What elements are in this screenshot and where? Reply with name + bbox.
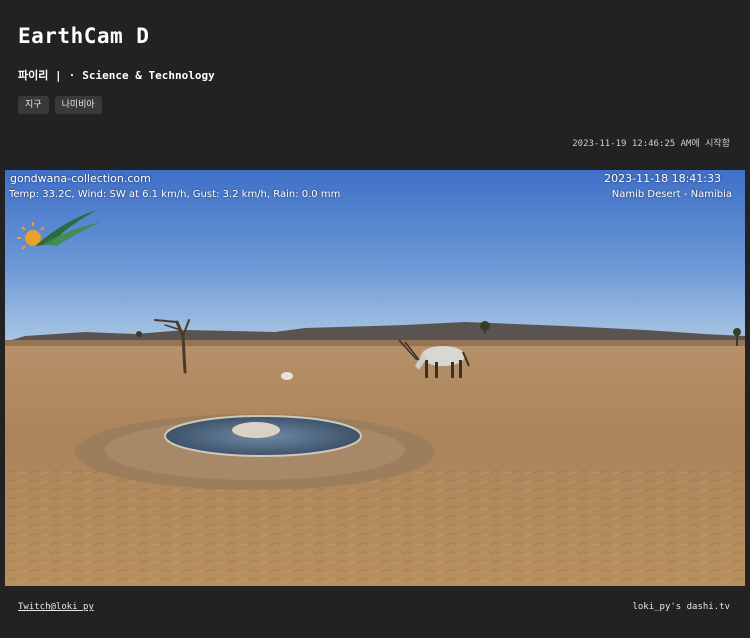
stream-title: EarthCam D — [18, 24, 150, 48]
category-label[interactable]: Science & Technology — [82, 69, 214, 82]
video-player[interactable]: gondwana-collection.com Temp: 33.2C, Win… — [5, 170, 745, 586]
stream-meta: 파이리 | · Science & Technology — [18, 67, 215, 83]
tag-namibia[interactable]: 나미비아 — [54, 96, 102, 114]
overlay-location: Namib Desert - Namibia — [611, 189, 732, 200]
tag-earth[interactable]: 지구 — [18, 96, 49, 114]
stream-start-time: 2023-11-19 12:46:25 AM에 시작함 — [572, 139, 730, 149]
overlay-datetime: 2023-11-18 18:41:33 — [604, 172, 721, 185]
webcam-frame — [5, 170, 745, 586]
sand-tracks — [5, 470, 745, 586]
author-name[interactable]: 파이리 — [18, 69, 48, 82]
tag-list: 지구 나미비아 — [18, 96, 102, 114]
twitch-link[interactable]: Twitch@loki_py — [18, 602, 94, 612]
site-credit: loki_py's dashi.tv — [632, 602, 730, 612]
rock — [281, 372, 293, 380]
overlay-weather: Temp: 33.2C, Wind: SW at 6.1 km/h, Gust:… — [9, 189, 341, 200]
overlay-site: gondwana-collection.com — [10, 172, 151, 185]
waterhole-center-rock — [232, 422, 280, 438]
separator-dot: · — [68, 69, 76, 82]
separator-bar: | — [48, 69, 62, 82]
